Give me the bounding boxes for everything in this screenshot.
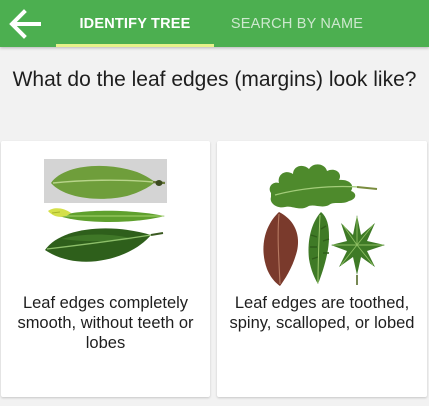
tab-identify-tree-label: IDENTIFY TREE [79, 15, 191, 32]
app-bar: IDENTIFY TREE SEARCH BY NAME [0, 0, 429, 47]
smooth-leaves-image [44, 159, 167, 262]
question-heading: What do the leaf edges (margins) look li… [12, 68, 417, 91]
selected-tab-indicator [56, 44, 214, 47]
option-card-smooth[interactable]: Leaf edges completely smooth, without te… [1, 141, 210, 397]
tab-identify-tree[interactable]: IDENTIFY TREE [56, 0, 214, 47]
tab-search-by-name[interactable]: SEARCH BY NAME [218, 0, 376, 47]
option-label-smooth: Leaf edges completely smooth, without te… [17, 294, 194, 352]
arrow-left-icon [9, 8, 41, 39]
tab-search-by-name-label: SEARCH BY NAME [230, 15, 364, 32]
toothed-lobed-leaves-image [263, 164, 385, 286]
option-label-toothed: Leaf edges are toothed, spiny, scalloped… [229, 294, 415, 332]
back-button[interactable] [0, 0, 50, 47]
app-screen: IDENTIFY TREE SEARCH BY NAME What do the… [0, 0, 429, 406]
option-card-toothed[interactable]: Leaf edges are toothed, spiny, scalloped… [217, 141, 427, 397]
